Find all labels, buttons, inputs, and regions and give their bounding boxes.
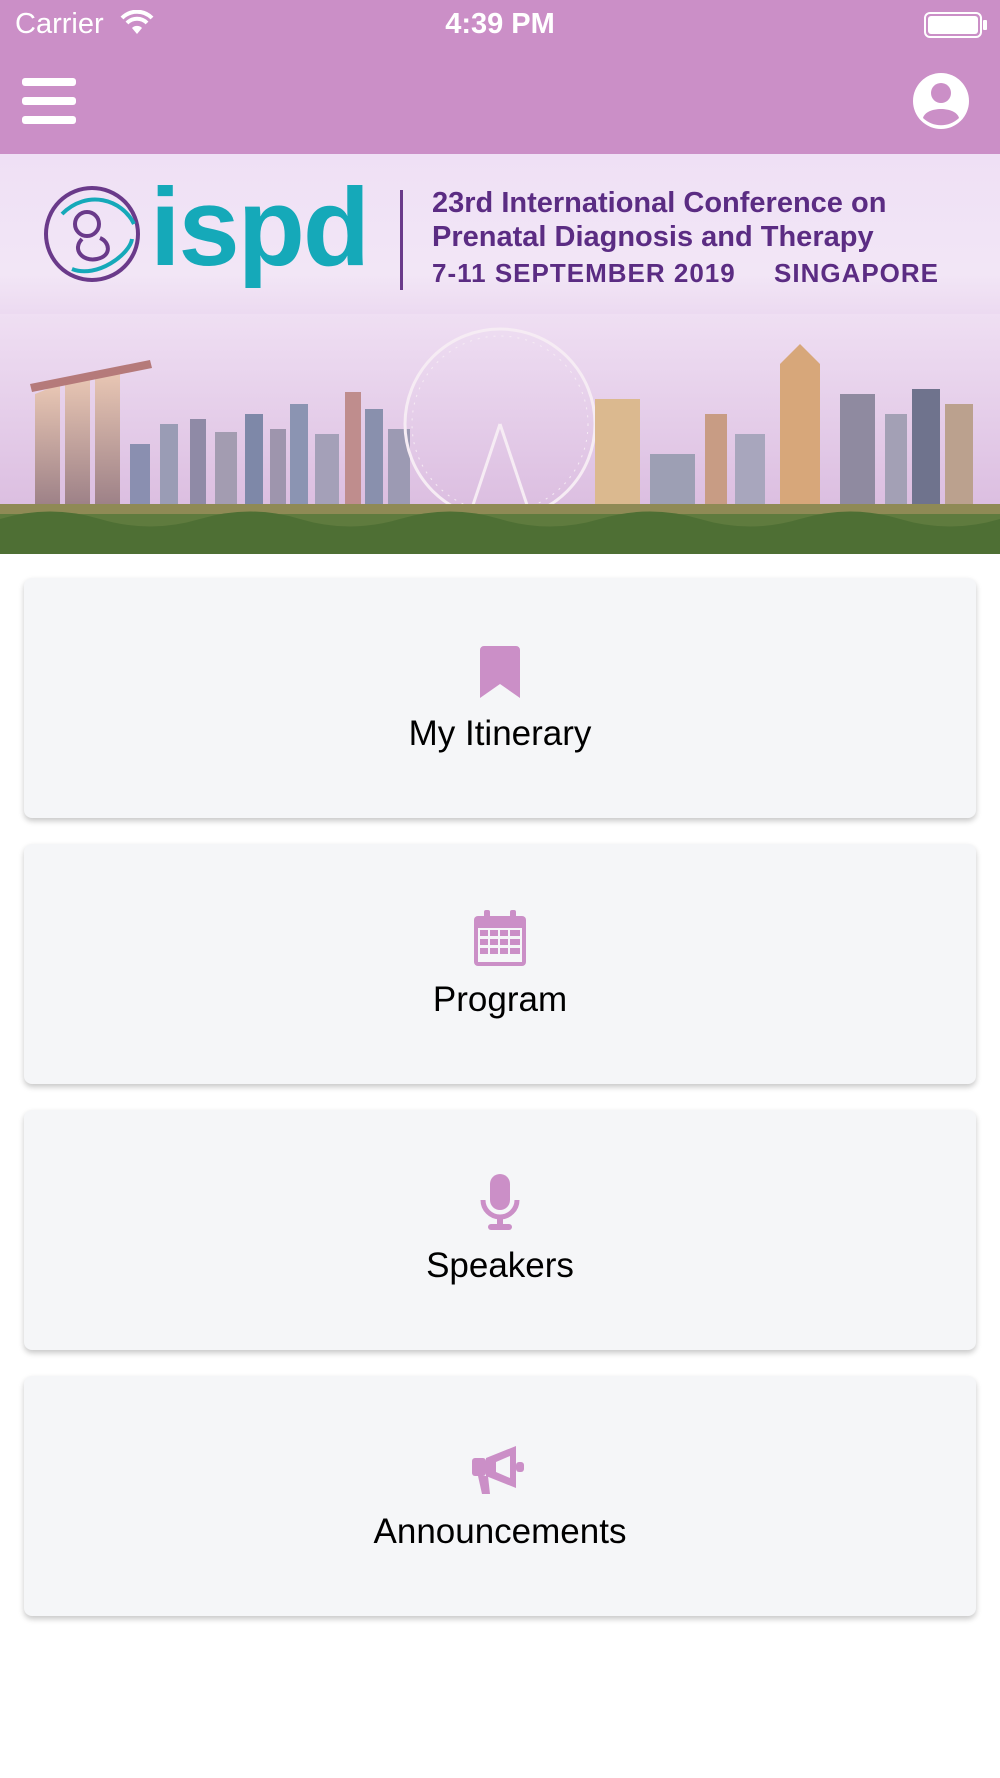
user-circle-icon[interactable] bbox=[912, 72, 970, 130]
tile-label-my-itinerary: My Itinerary bbox=[408, 714, 592, 753]
clock-time: 4:39 PM bbox=[445, 8, 555, 40]
city-skyline-image bbox=[0, 314, 1000, 554]
speakers-button[interactable]: Speakers bbox=[24, 1110, 976, 1350]
banner-header: ispd 23rd International Conference on Pr… bbox=[0, 154, 1000, 319]
ispd-logo-icon bbox=[42, 184, 142, 289]
tile-label-announcements: Announcements bbox=[373, 1512, 627, 1551]
program-button[interactable]: Program bbox=[24, 844, 976, 1084]
conference-location: SINGAPORE bbox=[774, 258, 940, 288]
conference-title-line2: Prenatal Diagnosis and Therapy bbox=[432, 221, 874, 253]
brand-name: ispd bbox=[150, 166, 370, 289]
banner-divider bbox=[400, 190, 403, 290]
announcements-button[interactable]: Announcements bbox=[24, 1376, 976, 1616]
conference-title: 23rd International Conference on Prenata… bbox=[432, 186, 886, 254]
conference-dates: 7-11 SEPTEMBER 2019 bbox=[432, 258, 736, 288]
my-itinerary-button[interactable]: My Itinerary bbox=[24, 578, 976, 818]
conference-banner: ispd 23rd International Conference on Pr… bbox=[0, 154, 1000, 554]
battery-icon bbox=[924, 12, 988, 43]
tile-label-program: Program bbox=[432, 980, 568, 1019]
megaphone-icon bbox=[24, 1444, 976, 1501]
calendar-icon bbox=[24, 910, 976, 973]
status-bar: Carrier 4:39 PM bbox=[0, 0, 1000, 50]
hamburger-menu-icon[interactable] bbox=[22, 78, 76, 124]
tile-label-speakers: Speakers bbox=[426, 1246, 574, 1285]
conference-title-line1: 23rd International Conference on bbox=[432, 187, 887, 219]
bookmark-icon bbox=[24, 646, 976, 703]
microphone-icon bbox=[24, 1174, 976, 1235]
top-navigation-bar bbox=[0, 50, 1000, 154]
